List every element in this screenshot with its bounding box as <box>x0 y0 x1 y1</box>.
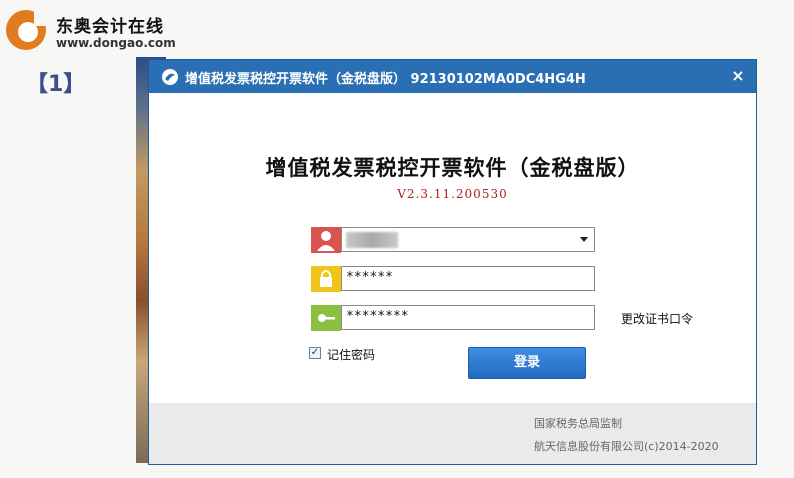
window-titlebar[interactable]: 增值税发票税控开票软件（金税盘版） 92130102MA0DC4HG4H × <box>149 60 756 93</box>
app-title: 增值税发票税控开票软件（金税盘版） <box>265 156 640 180</box>
lock-icon <box>311 266 341 292</box>
dongao-logo-icon <box>6 10 46 50</box>
window-title: 增值税发票税控开票软件（金税盘版） 92130102MA0DC4HG4H <box>185 72 586 87</box>
username-redacted <box>346 232 398 248</box>
key-icon <box>311 305 341 331</box>
cert-password-value: ******** <box>346 309 409 324</box>
login-button[interactable]: 登录 <box>468 347 586 379</box>
window-footer: 国家税务总局监制 航天信息股份有限公司(c)2014-2020 <box>149 403 756 464</box>
password-value: ****** <box>346 270 393 285</box>
close-button[interactable]: × <box>726 64 750 88</box>
brand-name: 东奥会计在线 <box>56 17 164 37</box>
user-icon <box>311 227 341 253</box>
slide-index: 【1】 <box>26 72 86 97</box>
password-input[interactable]: ****** <box>341 266 595 291</box>
username-select[interactable] <box>341 227 595 252</box>
version-label: V2.3.11.200530 <box>397 187 508 201</box>
supervisor-text: 国家税务总局监制 <box>534 417 622 430</box>
cert-password-input[interactable]: ******** <box>341 305 595 330</box>
remember-label: 记住密码 <box>327 348 376 362</box>
chevron-down-icon[interactable] <box>580 237 588 242</box>
brand-header: 东奥会计在线 www.dongao.com <box>4 4 176 54</box>
brand-url: www.dongao.com <box>56 36 176 50</box>
remember-checkbox[interactable]: ✓ <box>309 347 321 359</box>
app-logo-icon <box>162 69 178 85</box>
login-window: 增值税发票税控开票软件（金税盘版） 92130102MA0DC4HG4H × 增… <box>148 59 757 465</box>
change-cert-password-link[interactable]: 更改证书口令 <box>621 310 693 327</box>
copyright-text: 航天信息股份有限公司(c)2014-2020 <box>534 440 719 453</box>
